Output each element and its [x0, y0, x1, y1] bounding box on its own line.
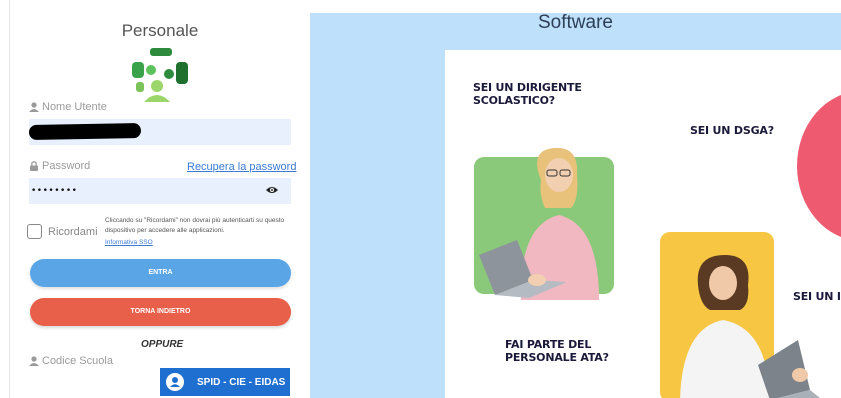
- user-icon: [29, 102, 39, 112]
- username-label: Nome Utente: [29, 101, 107, 113]
- dsga-illustration: [680, 255, 820, 398]
- eye-icon[interactable]: [266, 185, 278, 195]
- dirigente-illustration: [479, 147, 599, 300]
- remember-label: Ricordami: [48, 226, 98, 238]
- question-dirigente: SEI UN DIRIGENTE SCOLASTICO?: [473, 81, 582, 107]
- password-value: ••••••••: [31, 186, 78, 196]
- software-card[interactable]: SEI UN DIRIGENTE SCOLASTICO? SEI UN DSGA…: [445, 50, 841, 398]
- remember-note: Cliccando su "Ricordami" non dovrai più …: [105, 217, 285, 234]
- remember-checkbox[interactable]: [27, 224, 42, 239]
- spid-button-label: SPID - CIE - EIDAS: [197, 376, 286, 388]
- school-code-label-text: Codice Scuola: [42, 355, 113, 367]
- decorative-circle: [797, 91, 841, 241]
- back-button[interactable]: TORNA INDIETRO: [30, 298, 291, 326]
- username-label-text: Nome Utente: [42, 101, 107, 113]
- user-icon: [29, 356, 39, 366]
- or-separator: OPPURE: [141, 339, 184, 350]
- question-dsga: SEI UN DSGA?: [690, 124, 774, 137]
- spid-button[interactable]: SPID - CIE - EIDAS: [160, 368, 290, 396]
- sso-info-link[interactable]: Informativa SSO: [105, 239, 153, 246]
- software-title: Software: [538, 13, 613, 33]
- password-label: Password: [29, 160, 90, 172]
- question-ata: FAI PARTE DEL PERSONALE ATA?: [505, 338, 609, 364]
- lock-icon: [30, 161, 38, 171]
- enter-button[interactable]: ENTRA: [30, 259, 291, 287]
- logo-icon: [132, 48, 188, 102]
- username-redaction: [28, 123, 142, 140]
- spid-user-icon: [166, 373, 184, 391]
- recover-password-link[interactable]: Recupera la password: [187, 161, 296, 173]
- school-code-label: Codice Scuola: [29, 355, 113, 367]
- login-panel: Personale Nome Utente Password Recupera …: [0, 0, 308, 398]
- panel-divider: [9, 0, 10, 398]
- software-panel: Software SEI UN DIRIGENTE SCOLASTICO? SE…: [310, 13, 841, 398]
- login-title: Personale: [121, 21, 199, 40]
- password-label-text: Password: [42, 160, 91, 172]
